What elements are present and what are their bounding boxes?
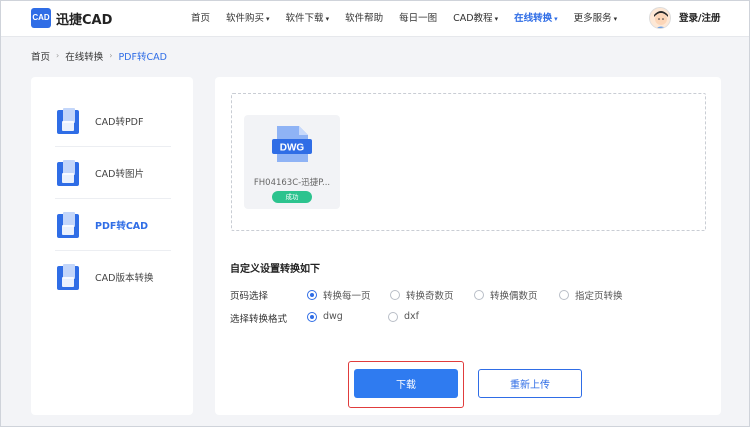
radio-icon <box>390 290 400 300</box>
settings-title: 自定义设置转换如下 <box>230 264 320 275</box>
logo-icon: CAD <box>31 8 51 28</box>
radio-odd-pages[interactable]: 转换奇数页 <box>390 288 454 302</box>
chevron-down-icon: ▾ <box>266 15 270 23</box>
radio-icon <box>474 290 484 300</box>
radio-format-dxf[interactable]: dxf <box>388 311 419 322</box>
sidebar-item-cad-to-pdf[interactable]: CAD转PDF <box>55 95 171 147</box>
file-card: DWG FH04163C-迅捷P... 成功 <box>244 115 340 209</box>
main-nav: 首页 软件购买 ▾ 软件下载 ▾ 软件帮助 每日一图 CAD教程 ▾ 在线转换 ▾ 更多… <box>191 1 633 37</box>
chevron-down-icon: ▾ <box>613 15 618 23</box>
user-avatar-icon <box>650 8 670 28</box>
dwg-file-icon: DWG <box>272 126 312 162</box>
nav-item-purchase[interactable]: 软件购买 ▾ <box>226 1 270 37</box>
breadcrumb-home[interactable]: 首页 <box>31 49 50 63</box>
nav-item-online-convert[interactable]: 在线转换 ▾ <box>514 1 558 37</box>
brand-logo[interactable]: CAD 迅捷CAD <box>31 8 112 28</box>
chevron-down-icon: ▾ <box>325 15 330 23</box>
sidebar-item-cad-version[interactable]: CAD版本转换 <box>55 251 171 303</box>
avatar[interactable] <box>649 7 671 29</box>
format-select-label: 选择转换格式 <box>230 314 288 325</box>
radio-checked-icon <box>307 311 317 322</box>
breadcrumb: 首页 › 在线转换 › PDF转CAD <box>31 49 167 63</box>
login-link[interactable]: 登录/注册 <box>679 1 720 37</box>
cad-to-image-icon <box>57 159 79 186</box>
nav-item-tutorial[interactable]: CAD教程 ▾ <box>453 1 498 37</box>
file-name: FH04163C-迅捷P... <box>253 178 331 188</box>
sidebar-item-label: CAD版本转换 <box>95 273 154 284</box>
radio-icon <box>559 290 569 300</box>
radio-format-dwg[interactable]: dwg <box>307 311 343 322</box>
cad-to-pdf-icon <box>57 107 79 134</box>
radio-icon <box>388 311 398 322</box>
radio-every-page[interactable]: 转换每一页 <box>307 288 371 302</box>
cad-version-convert-icon <box>57 264 79 290</box>
sidebar-item-pdf-to-cad[interactable]: PDF转CAD <box>55 199 171 251</box>
file-type-label: DWG <box>280 143 305 154</box>
format-select-row: 选择转换格式 <box>230 311 308 325</box>
upload-dropzone[interactable]: DWG FH04163C-迅捷P... 成功 <box>231 93 706 231</box>
sidebar: CAD转PDF CAD转图片 PDF转CAD CAD版本转换 <box>31 77 193 415</box>
breadcrumb-section[interactable]: 在线转换 <box>65 49 103 63</box>
reupload-button[interactable]: 重新上传 <box>478 369 582 398</box>
sidebar-item-cad-to-image[interactable]: CAD转图片 <box>55 147 171 199</box>
nav-item-more[interactable]: 更多服务 ▾ <box>574 1 618 37</box>
chevron-right-icon: › <box>56 51 60 60</box>
download-button[interactable]: 下载 <box>354 369 458 398</box>
page-select-label: 页码选择 <box>230 291 269 302</box>
sidebar-item-label: CAD转图片 <box>95 168 144 180</box>
nav-item-help[interactable]: 软件帮助 <box>345 1 383 37</box>
nav-item-download[interactable]: 软件下载 ▾ <box>286 1 330 37</box>
chevron-right-icon: › <box>109 51 113 60</box>
convert-panel: DWG FH04163C-迅捷P... 成功 自定义设置转换如下 页码选择 转换… <box>215 77 721 415</box>
sidebar-item-label: PDF转CAD <box>95 220 149 232</box>
page-select-row: 页码选择 <box>230 288 308 302</box>
radio-checked-icon <box>307 290 317 300</box>
status-badge: 成功 <box>272 191 312 203</box>
radio-specific-pages[interactable]: 指定页转换 <box>559 288 623 302</box>
chevron-down-icon: ▾ <box>494 15 499 23</box>
breadcrumb-current: PDF转CAD <box>118 52 167 63</box>
brand-name: 迅捷CAD <box>56 12 113 28</box>
chevron-down-icon: ▾ <box>554 15 558 23</box>
nav-item-home[interactable]: 首页 <box>191 1 210 37</box>
top-header: CAD 迅捷CAD 首页 软件购买 ▾ 软件下载 ▾ 软件帮助 每日一图 CAD教程… <box>1 1 749 37</box>
radio-even-pages[interactable]: 转换偶数页 <box>474 288 538 302</box>
pdf-to-cad-icon <box>57 211 79 238</box>
nav-item-daily[interactable]: 每日一图 <box>399 1 437 37</box>
sidebar-item-label: CAD转PDF <box>95 116 144 128</box>
